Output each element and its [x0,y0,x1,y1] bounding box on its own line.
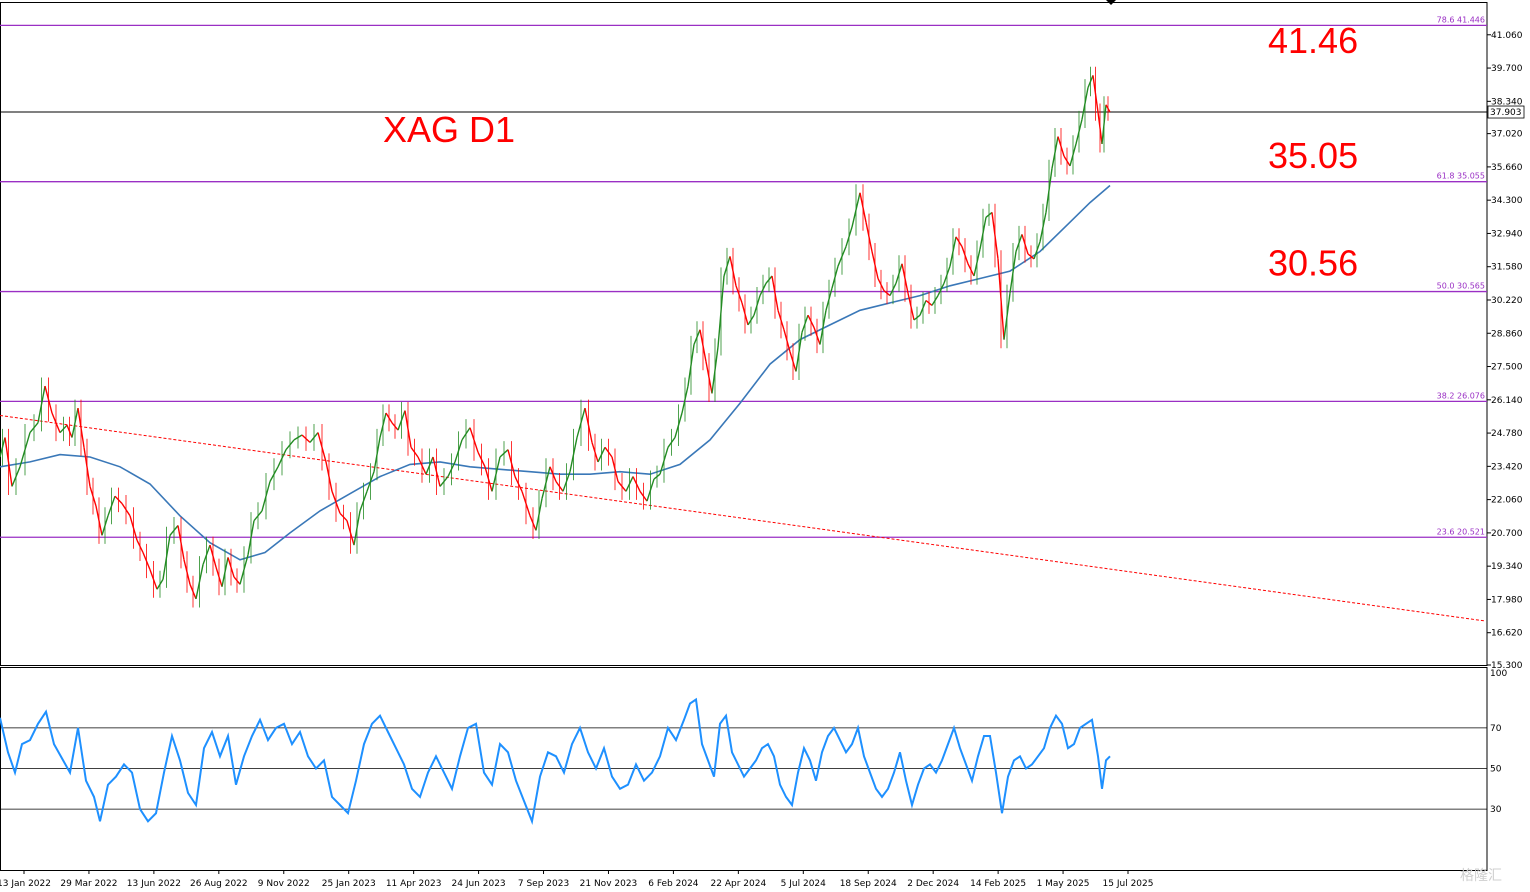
price-axis-label: 39.700 [1491,64,1523,74]
price-axis-label: 37.020 [1491,130,1523,140]
time-axis-label: 21 Nov 2023 [580,879,638,889]
price-annotation: 41.46 [1268,20,1358,61]
price-axis-label: 31.580 [1491,263,1523,273]
price-axis-label: 17.980 [1491,595,1523,605]
price-layer [0,66,1111,608]
time-axis: 13 Jan 2022 29 Mar 2022 13 Jun 2022 26 Aug … [0,0,1153,889]
price-panel-frame [0,2,1488,666]
price-axis-label: 26.140 [1491,396,1523,406]
price-annotation: 35.05 [1268,135,1358,176]
time-axis-label: 13 Jun 2022 [127,879,181,889]
rsi-panel-frame [0,667,1488,871]
xag-d1-chart: 78.6 41.446 61.8 35.055 50.0 30.565 38.2 26… [0,0,1525,889]
annotation-layer: 41.46 35.05 30.56 [1268,20,1358,284]
watermark-text: 格隆汇 [1460,868,1502,884]
current-price-label: 37.903 [1490,108,1522,118]
time-axis-label: 25 Jan 2023 [322,879,376,889]
time-axis-label: 29 Mar 2022 [60,879,117,889]
price-axis: 41.06039.70038.34037.02035.66034.30032.9… [1487,31,1525,671]
time-axis-label: 11 Apr 2023 [386,879,442,889]
price-axis-label: 19.340 [1491,562,1523,572]
time-axis-label: 9 Nov 2022 [258,879,310,889]
time-axis-label: 18 Sep 2024 [840,879,897,889]
panel-frames [0,2,1488,871]
price-axis-label: 41.060 [1491,31,1523,41]
time-axis-label: 1 May 2025 [1037,879,1090,889]
price-axis-label: 27.500 [1491,363,1523,373]
time-axis-label: 5 Jul 2024 [781,879,826,889]
price-axis-label: 22.060 [1491,496,1523,506]
time-axis-label: 26 Aug 2022 [190,879,248,889]
time-axis-label: 6 Feb 2024 [648,879,699,889]
rsi-panel: 70 50 30 100 [0,669,1507,825]
fib-level-label: 61.8 35.055 [1437,172,1485,181]
price-axis-label: 34.300 [1491,196,1523,206]
rsi-level-label: 70 [1490,724,1502,734]
time-axis-label: 7 Sep 2023 [518,879,569,889]
price-axis-label: 16.620 [1491,629,1523,639]
time-axis-label: 24 Jun 2023 [452,879,506,889]
price-axis-label: 24.780 [1491,429,1523,439]
fib-level-label: 23.6 20.521 [1437,527,1485,536]
chart-title: XAG D1 [383,109,515,150]
fib-level-label: 50.0 30.565 [1437,282,1485,291]
moving-average-line [0,184,1111,561]
price-axis-label: 32.940 [1491,229,1523,239]
price-axis-label: 30.220 [1491,296,1523,306]
rsi-top-label: 100 [1490,669,1507,679]
time-axis-label: 14 Feb 2025 [970,879,1026,889]
price-annotation: 30.56 [1268,243,1358,284]
time-axis-label: 22 Apr 2024 [711,879,767,889]
chart-stage: 78.6 41.446 61.8 35.055 50.0 30.565 38.2 26… [0,0,1530,892]
rsi-level-label: 50 [1490,765,1502,775]
time-axis-label: 13 Jan 2022 [0,879,51,889]
time-axis-label: 2 Dec 2024 [907,879,959,889]
descending-trendline [0,414,1486,622]
price-axis-label: 28.860 [1491,329,1523,339]
moving-average-layer [0,184,1111,561]
fib-level-label: 78.6 41.446 [1437,15,1485,24]
time-axis-label: 15 Jul 2025 [1103,879,1154,889]
trendline-layer [0,414,1486,622]
fib-level-label: 38.2 26.076 [1437,391,1485,400]
fibonacci-levels: 78.6 41.446 61.8 35.055 50.0 30.565 38.2 26… [0,15,1487,538]
price-axis-label: 20.700 [1491,529,1523,539]
price-axis-label: 23.420 [1491,462,1523,472]
price-axis-label: 35.660 [1491,163,1523,173]
rsi-level-label: 30 [1490,805,1502,815]
rsi-line [0,697,1111,825]
